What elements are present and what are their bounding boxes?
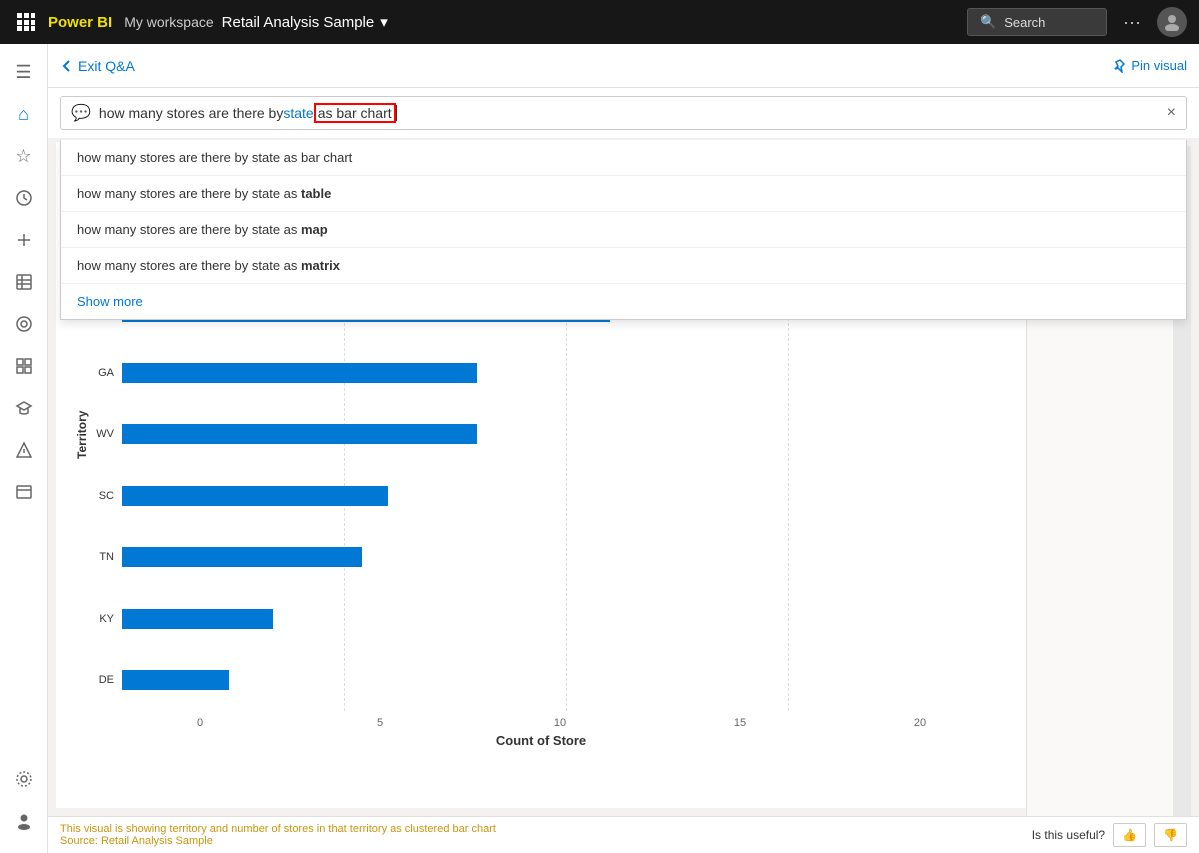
x-axis-title: Count of Store: [72, 733, 1010, 748]
search-icon: 🔍: [980, 14, 996, 30]
avatar[interactable]: [1157, 7, 1187, 37]
show-more-button[interactable]: Show more: [61, 284, 1186, 319]
bar-row: TN: [92, 527, 1010, 588]
create-icon[interactable]: [4, 220, 44, 260]
browse-icon[interactable]: [4, 346, 44, 386]
goals-icon[interactable]: [4, 304, 44, 344]
favorites-icon[interactable]: ☆: [4, 136, 44, 176]
suggestion-item[interactable]: how many stores are there by state as ta…: [61, 176, 1186, 212]
suggestions-dropdown: how many stores are there by state as ba…: [60, 140, 1187, 320]
home-icon[interactable]: ⌂: [4, 94, 44, 134]
menu-icon[interactable]: ☰: [4, 52, 44, 92]
bar-fill: [122, 670, 229, 690]
suggestion-item[interactable]: how many stores are there by state as ma…: [61, 248, 1186, 284]
qa-search-input[interactable]: 💬 how many stores are there by state as …: [60, 96, 1187, 130]
left-sidebar: ☰ ⌂ ☆: [0, 44, 48, 853]
bar-row: KY: [92, 588, 1010, 649]
exit-qa-button[interactable]: Exit Q&A: [60, 58, 135, 74]
x-axis: 0 5 10 15 20: [110, 711, 1010, 729]
report-title[interactable]: Retail Analysis Sample ▾: [222, 13, 959, 31]
footer-feedback: Is this useful? 👍 👎: [1032, 823, 1187, 847]
x-tick: 15: [650, 717, 830, 729]
learn-icon[interactable]: [4, 388, 44, 428]
x-tick: 5: [290, 717, 470, 729]
user-profile-icon[interactable]: [4, 801, 44, 841]
bar-row: SC: [92, 465, 1010, 526]
pin-visual-button[interactable]: Pin visual: [1113, 58, 1187, 73]
settings-icon[interactable]: [4, 759, 44, 799]
chevron-down-icon: ▾: [380, 13, 388, 31]
text-cursor: [396, 105, 397, 121]
bar-row: DE: [92, 650, 1010, 711]
search-area: 💬 how many stores are there by state as …: [48, 88, 1199, 138]
more-options-button[interactable]: ···: [1115, 8, 1149, 37]
search-box[interactable]: 🔍 Search: [967, 8, 1107, 36]
top-nav: Power BI My workspace Retail Analysis Sa…: [0, 0, 1199, 44]
sidebar-bottom: [4, 759, 44, 853]
powerbi-logo: Power BI: [48, 14, 112, 31]
qa-bar: Exit Q&A Pin visual: [48, 44, 1199, 88]
x-tick: 10: [470, 717, 650, 729]
thumbup-button[interactable]: 👍: [1113, 823, 1146, 847]
workspaces-icon[interactable]: [4, 472, 44, 512]
report-title-area: Retail Analysis Sample ▾: [222, 13, 959, 31]
suggestion-item[interactable]: how many stores are there by state as ba…: [61, 140, 1186, 176]
bar-row: WV: [92, 404, 1010, 465]
chat-bubble-icon: 💬: [71, 103, 91, 123]
grid-icon[interactable]: [12, 8, 40, 36]
bar-fill: [122, 424, 477, 444]
x-tick: 0: [110, 717, 290, 729]
x-tick: 20: [830, 717, 1010, 729]
workspace-label[interactable]: My workspace: [124, 14, 213, 30]
bar-fill: [122, 363, 477, 383]
datasets-icon[interactable]: [4, 262, 44, 302]
bar-row: GA: [92, 342, 1010, 403]
bar-fill: [122, 609, 273, 629]
recent-icon[interactable]: [4, 178, 44, 218]
thumbdown-button[interactable]: 👎: [1154, 823, 1187, 847]
footer: This visual is showing territory and num…: [48, 816, 1199, 853]
bar-fill: [122, 547, 362, 567]
search-text: how many stores are there by state as ba…: [99, 103, 1159, 123]
bar-fill: [122, 486, 388, 506]
deploy-icon[interactable]: [4, 430, 44, 470]
footer-description: This visual is showing territory and num…: [60, 823, 496, 847]
clear-search-button[interactable]: ×: [1167, 104, 1176, 122]
suggestion-item[interactable]: how many stores are there by state as ma…: [61, 212, 1186, 248]
main-content: Exit Q&A Pin visual 💬 how many stores ar…: [48, 44, 1199, 853]
